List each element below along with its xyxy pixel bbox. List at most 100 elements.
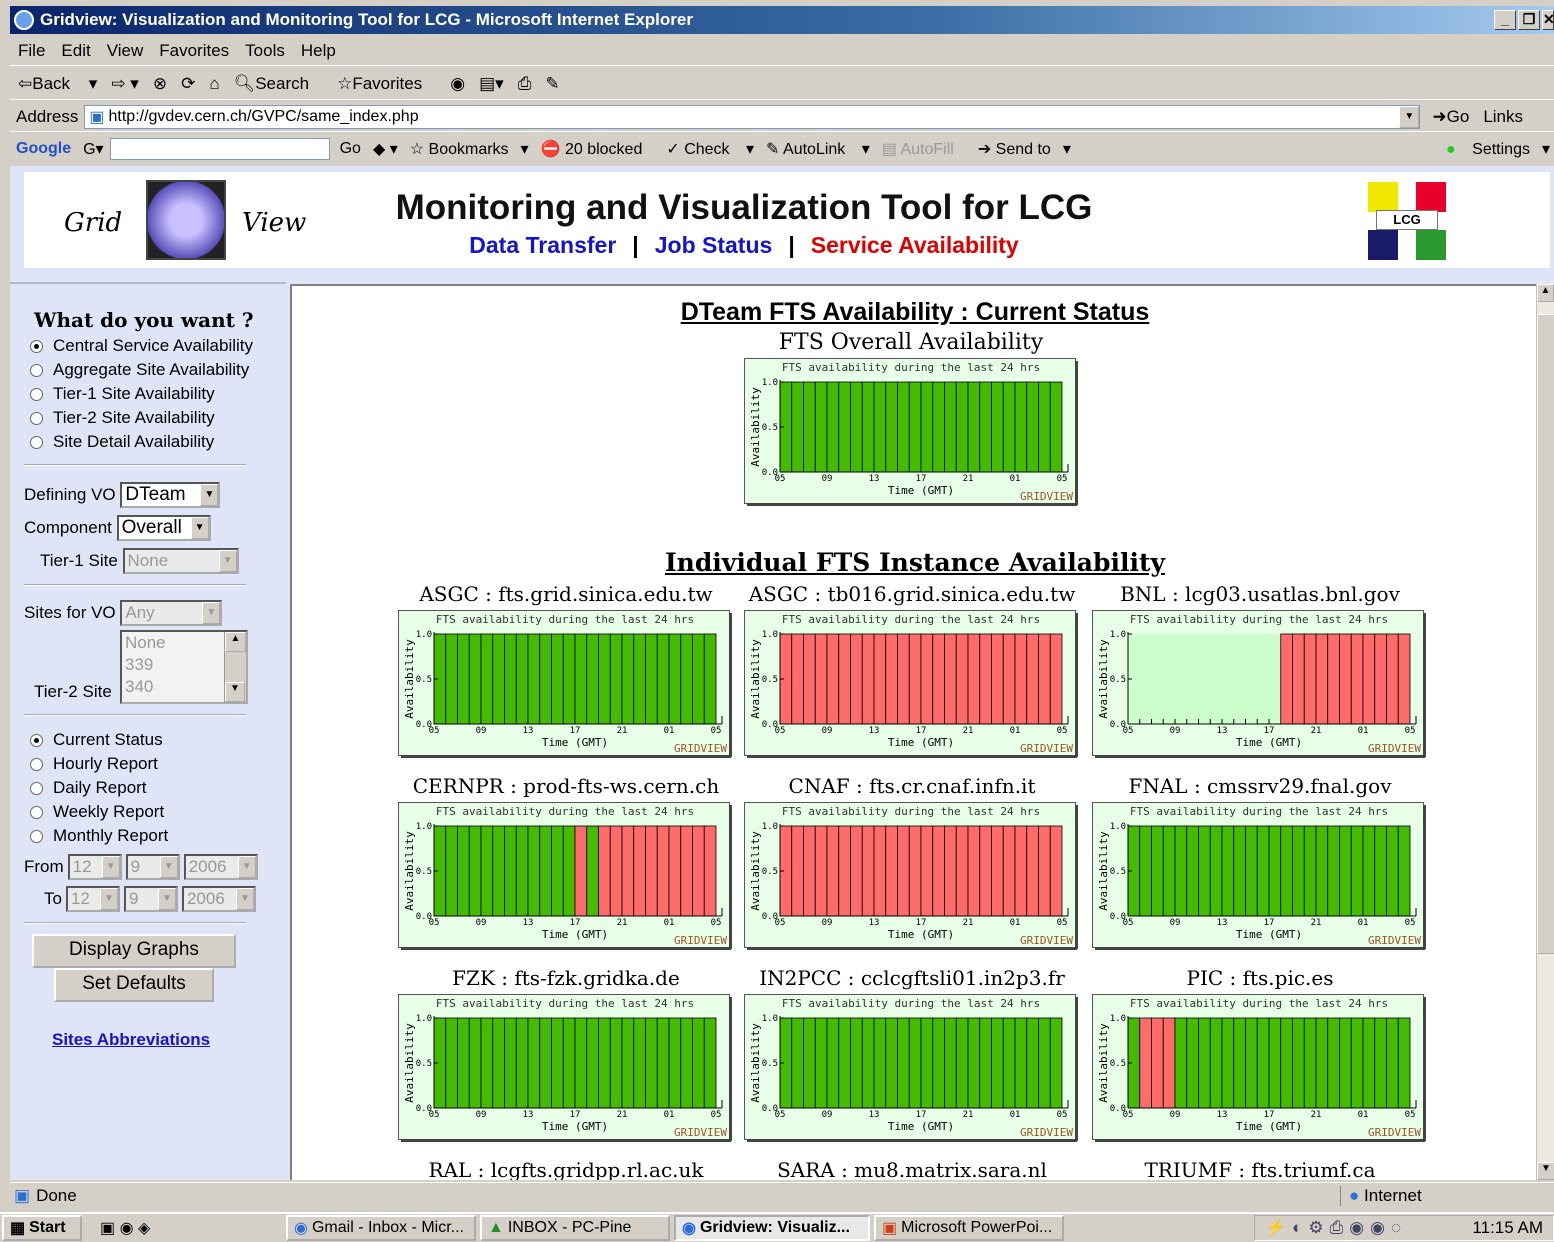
spellcheck-button[interactable]: ✓ Check ▾ — [666, 139, 754, 159]
nav-data-transfer[interactable]: Data Transfer — [469, 232, 616, 258]
scroll-up-icon[interactable]: ▲ — [225, 632, 246, 652]
scroll-thumb[interactable] — [1537, 314, 1554, 954]
radio-monthly-report[interactable]: Monthly Report — [30, 824, 168, 848]
go-button[interactable]: ➜Go — [1432, 107, 1469, 127]
chart-subtitle: FTS availability during the last 24 hrs — [436, 613, 694, 626]
bookmarks-button[interactable]: ☆ Bookmarks ▾ — [410, 139, 529, 159]
sendto-button[interactable]: ➔ Send to ▾ — [978, 139, 1071, 159]
links-button[interactable]: Links — [1483, 107, 1523, 127]
tier2-listbox[interactable]: None 339 340 ▲ ▼ — [120, 630, 248, 704]
google-search-input[interactable] — [109, 138, 330, 160]
x-tick-label: 09 — [1170, 918, 1181, 928]
tier1-select[interactable]: None ▼ — [122, 548, 239, 574]
radio-aggregate-site[interactable]: Aggregate Site Availability — [30, 358, 253, 382]
print-icon[interactable]: ⎙ — [518, 74, 532, 94]
availability-bar — [445, 825, 458, 917]
display-graphs-button[interactable]: Display Graphs — [32, 934, 236, 968]
nav-job-status[interactable]: Job Status — [655, 232, 773, 258]
from-day-select[interactable]: 9 ▼ — [125, 854, 180, 880]
google-options-icon[interactable]: ◆ ▾ — [373, 139, 398, 159]
sites-abbreviations-link[interactable]: Sites Abbreviations — [52, 1030, 210, 1050]
address-input[interactable]: ▣ http://gvdev.cern.ch/GVPC/same_index.p… — [84, 104, 1421, 129]
close-button[interactable]: ✕ — [1542, 10, 1554, 30]
availability-bar — [814, 633, 828, 725]
radio-daily-report[interactable]: Daily Report — [30, 776, 168, 800]
favorites-button[interactable]: ☆Favorites — [337, 74, 436, 94]
from-year-select[interactable]: 2006 ▼ — [183, 854, 258, 880]
outlook-icon[interactable]: ◈ — [138, 1220, 150, 1237]
y-tick-label: 0.5 — [1110, 675, 1126, 685]
task-gridview[interactable]: ◉ Gridview: Visualiz... — [674, 1215, 870, 1241]
history-icon[interactable]: ▤▾ — [479, 74, 504, 94]
availability-bar — [1014, 633, 1028, 725]
set-defaults-button[interactable]: Set Defaults — [54, 968, 214, 1002]
menu-edit[interactable]: Edit — [61, 41, 90, 61]
listbox-scrollbar[interactable]: ▲ ▼ — [224, 632, 246, 702]
scroll-up-icon[interactable]: ▲ — [1537, 284, 1554, 302]
edit-icon[interactable]: ✎ — [545, 74, 559, 94]
nav-service-availability[interactable]: Service Availability — [811, 232, 1019, 258]
radio-weekly-report[interactable]: Weekly Report — [30, 800, 168, 824]
minimize-button[interactable]: _ — [1494, 10, 1516, 30]
radio-site-detail[interactable]: Site Detail Availability — [30, 430, 253, 454]
google-logo[interactable]: Google — [16, 140, 71, 158]
scroll-down-icon[interactable]: ▼ — [1537, 1162, 1554, 1180]
refresh-icon[interactable]: ⟳ — [181, 74, 195, 94]
home-icon[interactable]: ⌂ — [209, 74, 219, 94]
menu-help[interactable]: Help — [301, 41, 336, 61]
to-month-select[interactable]: 12 ▼ — [65, 886, 120, 912]
media-icon[interactable]: ◉ — [450, 74, 465, 94]
start-button[interactable]: ▦ Start — [2, 1215, 82, 1241]
page-scrollbar[interactable]: ▲ ▼ — [1536, 284, 1554, 1180]
chart-subtitle: FTS availability during the last 24 hrs — [1130, 997, 1388, 1010]
settings-button[interactable]: ● Settings ▾ — [1446, 139, 1550, 159]
menu-file[interactable]: File — [18, 41, 45, 61]
menu-tools[interactable]: Tools — [245, 41, 285, 61]
x-tick-label: 13 — [1217, 1110, 1228, 1120]
radio-central-service[interactable]: Central Service Availability — [30, 334, 253, 358]
address-dropdown-icon[interactable]: ▼ — [1399, 105, 1420, 128]
task-powerpoint[interactable]: ▣ Microsoft PowerPoi... — [874, 1215, 1064, 1241]
availability-bar — [527, 633, 541, 725]
google-menu-icon[interactable]: G▾ — [83, 139, 103, 159]
chart-title-ral: RAL : lcgfts.gridpp.rl.ac.uk — [428, 1158, 704, 1180]
back-button[interactable]: ⇦Back ▾ — [18, 74, 97, 94]
search-button[interactable]: 🔍︎Search — [234, 74, 323, 94]
stop-icon[interactable]: ⊗ — [153, 74, 167, 94]
radio-tier2-site[interactable]: Tier-2 Site Availability — [30, 406, 253, 430]
defining-vo-select[interactable]: DTeam ▼ — [120, 482, 221, 508]
forward-button[interactable]: ⇨ ▾ — [111, 74, 139, 94]
task-gmail[interactable]: ◉ Gmail - Inbox - Micr... — [286, 1215, 476, 1241]
scroll-down-icon[interactable]: ▼ — [225, 682, 245, 702]
desktop-icon[interactable]: ▣ — [100, 1220, 115, 1237]
availability-chart: FTS availability during the last 24 hrs 0… — [744, 994, 1078, 1142]
to-day-select[interactable]: 9 ▼ — [123, 886, 178, 912]
from-month-select[interactable]: 12 ▼ — [67, 854, 122, 880]
popup-blocker-button[interactable]: ⛔ 20 blocked — [541, 139, 655, 159]
tray-icons[interactable]: ⚡◐⚙⎙◉◉◌ — [1265, 1218, 1407, 1238]
y-tick-label: 1.0 — [1110, 822, 1126, 832]
component-select[interactable]: Overall ▼ — [116, 515, 211, 541]
radio-tier1-site[interactable]: Tier-1 Site Availability — [30, 382, 253, 406]
task-pine[interactable]: ▲ INBOX - PC-Pine — [480, 1215, 670, 1241]
x-tick-label: 01 — [1010, 918, 1021, 928]
to-year-select[interactable]: 2006 ▼ — [181, 886, 256, 912]
availability-bar — [457, 1017, 470, 1109]
google-go-button[interactable]: Go — [340, 140, 361, 158]
y-axis-label: Availability — [403, 639, 416, 719]
ie-quicklaunch-icon[interactable]: ◉ — [120, 1220, 134, 1237]
radio-hourly-report[interactable]: Hourly Report — [30, 752, 168, 776]
to-day-value: 9 — [128, 889, 139, 908]
menu-view[interactable]: View — [107, 41, 144, 61]
availability-bar — [703, 825, 717, 917]
autofill-button[interactable]: ▤ AutoFill — [882, 139, 966, 159]
x-tick-label: 05 — [429, 1110, 440, 1120]
sites-for-vo-label: Sites for VO — [24, 603, 116, 622]
availability-bar — [1209, 1017, 1223, 1109]
maximize-button[interactable]: ❐ — [1518, 10, 1540, 30]
status-bar: ▣ Done ● Internet — [10, 1182, 1554, 1208]
autolink-button[interactable]: ✎ AutoLink ▾ — [766, 139, 870, 159]
menu-favorites[interactable]: Favorites — [159, 41, 229, 61]
radio-current-status[interactable]: Current Status — [30, 728, 168, 752]
sites-for-vo-select[interactable]: Any ▼ — [120, 600, 223, 626]
